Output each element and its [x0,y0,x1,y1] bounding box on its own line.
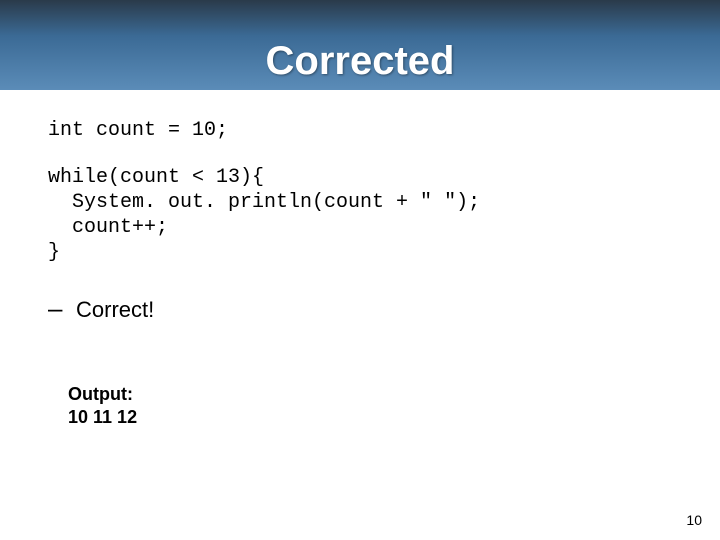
output-label: Output: [68,383,672,406]
bullet-text: Correct! [76,297,154,323]
code-line-declaration: int count = 10; [48,118,672,143]
code-block-while: while(count < 13){ System. out. println(… [48,165,672,265]
slide-header: Corrected [0,0,720,90]
slide-number: 10 [686,512,702,528]
output-block: Output: 10 11 12 [68,383,672,428]
output-values: 10 11 12 [68,406,672,429]
slide-content: int count = 10; while(count < 13){ Syste… [0,90,720,428]
bullet-correct: – Correct! [48,295,672,323]
bullet-dash-icon: – [48,295,76,321]
slide-title: Corrected [266,39,455,84]
